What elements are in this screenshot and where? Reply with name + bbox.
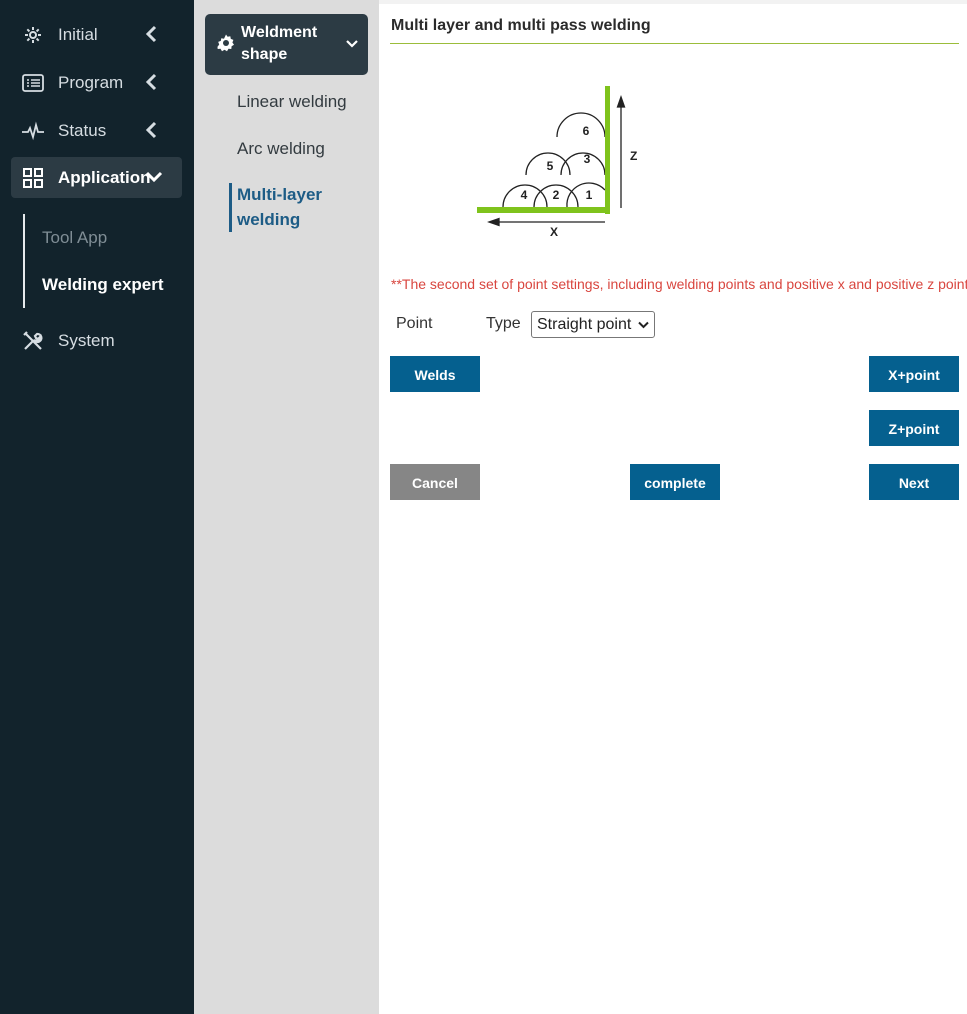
multi-pass-weld-diagram: 6 5 3 4 2 1 Z X: [477, 86, 637, 239]
cancel-button[interactable]: Cancel: [390, 464, 480, 500]
title-divider: [390, 43, 959, 44]
z-axis-arrow: [616, 95, 626, 208]
weldment-shape-panel: Weldment shape Linear welding Arc weldin…: [194, 0, 379, 1014]
weldment-shape-title: Weldment shape: [241, 24, 318, 63]
sidebar-item-label: Program: [58, 72, 124, 92]
main-content: Multi layer and multi pass welding 6 5 3…: [379, 0, 967, 1014]
type-select-value: Straight point: [537, 316, 632, 333]
sidebar-item-label: Application: [58, 167, 151, 187]
sidebar-item-application[interactable]: Application: [11, 157, 182, 198]
shape-item-multi-layer-welding[interactable]: Multi-layer welding: [237, 182, 347, 232]
horizontal-plate: [477, 207, 610, 213]
sidebar-item-status[interactable]: Status: [11, 110, 182, 151]
x-plus-point-button[interactable]: X+point: [869, 356, 959, 392]
next-button[interactable]: Next: [869, 464, 959, 500]
pulse-icon: [20, 118, 46, 144]
sidebar-item-system[interactable]: System: [11, 320, 182, 361]
chevron-down-icon: [346, 40, 358, 48]
sidebar-item-program[interactable]: Program: [11, 62, 182, 103]
shape-item-linear-welding[interactable]: Linear welding: [237, 92, 347, 112]
weld-bead-6: [556, 112, 606, 138]
submenu-rail: [23, 214, 25, 308]
bead-label-3: 3: [584, 152, 591, 166]
chevron-down-icon: [638, 321, 649, 329]
sidebar-item-label: Status: [58, 120, 107, 140]
shape-item-arc-welding[interactable]: Arc welding: [237, 139, 325, 159]
gear-icon: [217, 34, 234, 52]
point-settings-note: **The second set of point settings, incl…: [391, 276, 967, 292]
selected-item-marker: [229, 183, 232, 232]
welds-button[interactable]: Welds: [390, 356, 480, 392]
chevron-down-icon: [145, 171, 163, 183]
main-sidebar: Initial Program Status Application Tool …: [0, 0, 194, 1014]
complete-button[interactable]: complete: [630, 464, 720, 500]
gear-icon: [20, 22, 46, 48]
tools-icon: [20, 328, 46, 354]
sidebar-subitem-welding-expert[interactable]: Welding expert: [42, 275, 164, 295]
sidebar-item-label: Initial: [58, 24, 98, 44]
chevron-left-icon: [145, 25, 157, 43]
bead-label-2: 2: [553, 188, 560, 202]
top-divider: [379, 0, 967, 4]
chevron-left-icon: [145, 73, 157, 91]
grid-icon: [20, 165, 46, 191]
x-axis-label: X: [550, 225, 558, 239]
chevron-left-icon: [145, 121, 157, 139]
bead-label-1: 1: [586, 188, 593, 202]
bead-label-6: 6: [583, 124, 590, 138]
z-axis-label: Z: [630, 149, 637, 163]
weldment-shape-header[interactable]: Weldment shape: [205, 14, 368, 75]
z-plus-point-button[interactable]: Z+point: [869, 410, 959, 446]
point-label: Point: [396, 315, 433, 332]
x-axis-arrow: [487, 217, 605, 227]
bead-label-4: 4: [521, 188, 528, 202]
page-title: Multi layer and multi pass welding: [391, 17, 651, 34]
type-select[interactable]: Straight point: [531, 311, 655, 338]
bead-label-5: 5: [547, 159, 554, 173]
sidebar-item-label: System: [58, 330, 115, 350]
type-label: Type: [486, 315, 521, 332]
sidebar-subitem-tool-app[interactable]: Tool App: [42, 228, 107, 248]
vertical-plate: [605, 86, 610, 214]
sidebar-item-initial[interactable]: Initial: [11, 14, 182, 55]
list-icon: [20, 70, 46, 96]
